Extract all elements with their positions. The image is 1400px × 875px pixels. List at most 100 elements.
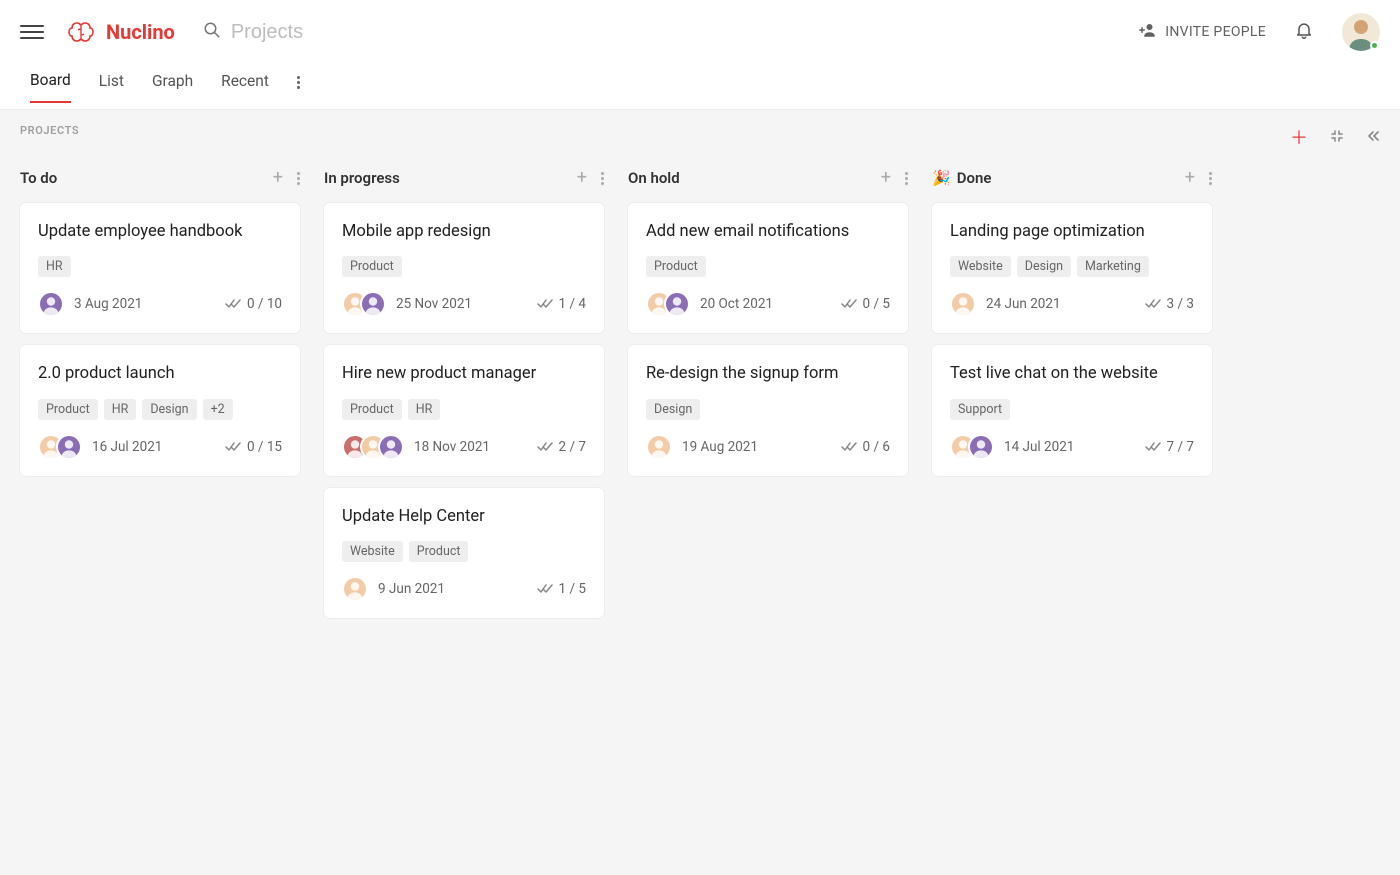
collapse-icon[interactable] [1330, 128, 1344, 147]
progress-text: 1 / 5 [559, 581, 586, 597]
card-date: 25 Nov 2021 [396, 296, 472, 312]
collapse-columns-icon[interactable] [1366, 128, 1380, 147]
column-menu-icon[interactable] [297, 172, 300, 185]
column-menu-icon[interactable] [1209, 172, 1212, 185]
tab-graph[interactable]: Graph [152, 72, 193, 102]
card-tags: Product [646, 256, 890, 277]
tag: Product [342, 399, 402, 420]
card-title: Test live chat on the website [950, 363, 1194, 384]
avatar [378, 434, 404, 460]
card-tags: HR [38, 256, 282, 277]
card-tags: Website Product [342, 541, 586, 562]
checklist-icon [537, 583, 553, 595]
add-card-button[interactable]: + [577, 169, 587, 187]
card-avatars [342, 291, 386, 317]
search-input[interactable] [231, 21, 431, 44]
avatar [664, 291, 690, 317]
board-column: In progress+Mobile app redesignProduct25… [324, 169, 604, 630]
progress-text: 0 / 5 [863, 296, 890, 312]
progress-text: 2 / 7 [559, 439, 586, 455]
column-menu-icon[interactable] [601, 172, 604, 185]
board-card[interactable]: Re-design the signup form Design 19 Aug 20… [628, 345, 908, 475]
avatar [950, 291, 976, 317]
tag: Product [38, 399, 98, 420]
notifications-button[interactable] [1294, 20, 1314, 44]
avatar [646, 434, 672, 460]
card-avatars [38, 434, 82, 460]
board-card[interactable]: 2.0 product launchProductHRDesign+216 Ju… [20, 345, 300, 475]
board-card[interactable]: Test live chat on the website Support 14 J… [932, 345, 1212, 475]
card-date: 18 Nov 2021 [414, 439, 490, 455]
section-title: PROJECTS [20, 124, 1380, 137]
avatar [56, 434, 82, 460]
column-menu-icon[interactable] [905, 172, 908, 185]
card-date: 19 Aug 2021 [682, 439, 758, 455]
card-avatars [342, 576, 368, 602]
search-icon [203, 21, 221, 43]
column-title: To do [20, 169, 57, 187]
card-date: 24 Jun 2021 [986, 296, 1061, 312]
card-date: 14 Jul 2021 [1004, 439, 1074, 455]
view-tabs: Board List Graph Recent [0, 64, 1400, 110]
tag: HR [408, 399, 441, 420]
checklist-icon [841, 441, 857, 453]
tab-recent[interactable]: Recent [221, 72, 269, 102]
progress-text: 7 / 7 [1167, 439, 1194, 455]
menu-button[interactable] [20, 20, 44, 44]
tag: Website [950, 256, 1011, 277]
add-column-button[interactable]: ＋ [1290, 124, 1308, 150]
app-logo[interactable]: Nuclino [68, 20, 175, 44]
tag: Marketing [1077, 256, 1149, 277]
progress-text: 3 / 3 [1167, 296, 1194, 312]
card-tags: Product HR [342, 399, 586, 420]
checklist-icon [841, 298, 857, 310]
tag: Product [409, 541, 469, 562]
add-card-button[interactable]: + [1185, 169, 1195, 187]
tag: Support [950, 399, 1010, 420]
card-progress: 0 / 6 [841, 439, 890, 455]
progress-text: 0 / 10 [247, 296, 282, 312]
card-title: Mobile app redesign [342, 221, 586, 242]
board-card[interactable]: Update Help Center Website Product 9 Jun 20… [324, 488, 604, 618]
card-title: Add new email notifications [646, 221, 890, 242]
tab-list[interactable]: List [99, 72, 124, 102]
checklist-icon [225, 441, 241, 453]
app-name: Nuclino [106, 20, 175, 44]
avatar [38, 291, 64, 317]
card-date: 9 Jun 2021 [378, 581, 445, 597]
add-card-button[interactable]: + [881, 169, 891, 187]
board-card[interactable]: Add new email notificationsProduct20 Oct… [628, 203, 908, 333]
card-avatars [950, 434, 994, 460]
board-column: 🎉 Done + Landing page optimizationWebsiteDe… [932, 169, 1212, 630]
board-card[interactable]: Update employee handbookHR3 Aug 20210 / … [20, 203, 300, 333]
user-avatar[interactable] [1342, 13, 1380, 51]
card-date: 16 Jul 2021 [92, 439, 162, 455]
column-emoji: 🎉 [932, 169, 951, 187]
bell-icon [1294, 25, 1314, 44]
card-tags: Design [646, 399, 890, 420]
add-card-button[interactable]: + [273, 169, 283, 187]
card-avatars [950, 291, 976, 317]
card-avatars [342, 434, 404, 460]
checklist-icon [537, 441, 553, 453]
card-title: Update Help Center [342, 506, 586, 527]
tag: Website [342, 541, 403, 562]
tag: Design [142, 399, 196, 420]
board-card[interactable]: Landing page optimizationWebsiteDesignMa… [932, 203, 1212, 333]
tag: HR [104, 399, 137, 420]
column-title: In progress [324, 169, 400, 187]
card-title: Re-design the signup form [646, 363, 890, 384]
tabs-more-icon[interactable] [297, 76, 300, 97]
checklist-icon [1145, 441, 1161, 453]
card-progress: 0 / 15 [225, 439, 282, 455]
card-tags: Support [950, 399, 1194, 420]
card-avatars [38, 291, 64, 317]
invite-people-button[interactable]: INVITE PEOPLE [1139, 21, 1266, 43]
board-card[interactable]: Hire new product managerProductHR18 Nov … [324, 345, 604, 475]
tab-board[interactable]: Board [30, 71, 71, 103]
column-title: Done [957, 169, 992, 187]
card-title: Update employee handbook [38, 221, 282, 242]
card-progress: 0 / 5 [841, 296, 890, 312]
board-card[interactable]: Mobile app redesignProduct25 Nov 20211 /… [324, 203, 604, 333]
card-avatars [646, 434, 672, 460]
